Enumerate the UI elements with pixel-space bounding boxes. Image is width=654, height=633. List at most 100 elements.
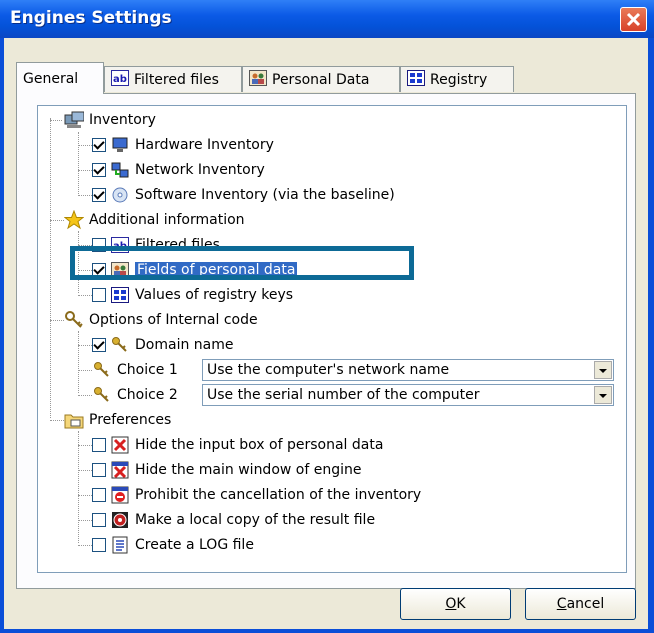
inventory-label: Inventory <box>89 112 156 128</box>
chevron-down-icon[interactable] <box>594 361 612 379</box>
close-button[interactable] <box>620 7 647 32</box>
tree-node-hide-input-box[interactable]: Hide the input box of personal data <box>78 433 383 457</box>
stop-icon <box>110 485 130 505</box>
tab-filtered-files[interactable]: ab Filtered files <box>104 66 242 92</box>
choice-2-label: Choice 2 <box>117 387 178 403</box>
tab-personal-data[interactable]: Personal Data <box>242 66 400 92</box>
tree-node-prohibit-cancellation[interactable]: Prohibit the cancellation of the invento… <box>78 483 421 507</box>
ok-label-rest: K <box>456 596 466 612</box>
key-icon <box>92 360 112 380</box>
hide-main-window-label: Hide the main window of engine <box>135 462 362 478</box>
cancel-button[interactable]: Cancel <box>525 588 636 620</box>
tab-general-label: General <box>23 70 79 87</box>
tab-general[interactable]: General <box>16 62 104 94</box>
ok-button[interactable]: OK <box>400 588 511 620</box>
close-window-icon <box>110 460 130 480</box>
tree-connector <box>78 370 92 371</box>
tree-connector <box>78 520 92 521</box>
tree-node-hide-main-window[interactable]: Hide the main window of engine <box>78 458 361 482</box>
tree-node-hardware-inventory[interactable]: Hardware Inventory <box>78 133 274 157</box>
hide-input-box-label: Hide the input box of personal data <box>135 437 384 453</box>
tree-node-values-of-registry-keys[interactable]: Values of registry keys <box>78 283 293 307</box>
hardware-inventory-checkbox[interactable] <box>92 138 106 152</box>
tree-connector <box>78 395 92 396</box>
svg-text:ab: ab <box>113 74 127 85</box>
hide-input-box-checkbox[interactable] <box>92 438 106 452</box>
values-of-registry-keys-checkbox[interactable] <box>92 288 106 302</box>
tree-connector <box>50 118 51 418</box>
tree-connector <box>78 170 92 171</box>
close-icon <box>626 12 641 27</box>
tree-node-create-log[interactable]: Create a LOG file <box>78 533 254 557</box>
network-inventory-checkbox[interactable] <box>92 163 106 177</box>
tree-node-choice-1: Choice 1 <box>78 358 178 382</box>
tree-connector <box>50 420 64 421</box>
tree-node-inventory[interactable]: Inventory <box>46 108 156 132</box>
general-tab-panel: Inventory Hardware Inventory Network Inv… <box>16 93 636 589</box>
settings-tree[interactable]: Inventory Hardware Inventory Network Inv… <box>37 105 627 573</box>
tree-connector <box>50 220 64 221</box>
network-inventory-label: Network Inventory <box>135 162 265 178</box>
tree-connector <box>78 345 92 346</box>
tree-node-choice-2: Choice 2 <box>78 383 178 407</box>
tab-personal-data-label: Personal Data <box>272 71 370 88</box>
people-icon <box>249 69 267 90</box>
tab-registry-label: Registry <box>430 71 488 88</box>
tree-node-additional-information[interactable]: Additional information <box>46 208 245 232</box>
tree-node-preferences[interactable]: Preferences <box>46 408 171 432</box>
cancel-mnemonic: C <box>556 596 567 612</box>
tree-node-software-inventory[interactable]: Software Inventory (via the baseline) <box>78 183 395 207</box>
no-input-icon <box>110 435 130 455</box>
record-icon <box>110 510 130 530</box>
create-log-checkbox[interactable] <box>92 538 106 552</box>
computers-icon <box>64 110 84 130</box>
network-icon <box>110 160 130 180</box>
monitor-icon <box>110 135 130 155</box>
tree-node-options-of-internal-code[interactable]: Options of Internal code <box>46 308 258 332</box>
tree-connector <box>50 120 62 121</box>
engines-settings-window: Engines Settings General ab Filtered fil… <box>0 0 654 633</box>
tree-connector <box>78 145 92 146</box>
local-copy-label: Make a local copy of the result file <box>135 512 376 528</box>
selection-highlight-box <box>70 246 414 280</box>
tree-connector <box>78 445 92 446</box>
domain-name-checkbox[interactable] <box>92 338 106 352</box>
choice-1-dropdown[interactable]: Use the computer's network name <box>202 359 614 381</box>
registry-icon <box>110 285 130 305</box>
software-inventory-checkbox[interactable] <box>92 188 106 202</box>
hardware-inventory-label: Hardware Inventory <box>135 137 274 153</box>
dialog-client-area: General ab Filtered files Personal Data … <box>4 38 648 629</box>
hide-main-window-checkbox[interactable] <box>92 463 106 477</box>
title-bar[interactable]: Engines Settings <box>0 0 654 38</box>
tab-registry[interactable]: Registry <box>400 66 514 92</box>
software-inventory-label: Software Inventory (via the baseline) <box>135 187 395 203</box>
additional-information-label: Additional information <box>89 212 245 228</box>
folder-icon <box>64 410 84 430</box>
tree-connector <box>50 320 64 321</box>
disc-icon <box>110 185 130 205</box>
prohibit-cancellation-checkbox[interactable] <box>92 488 106 502</box>
tree-node-local-copy[interactable]: Make a local copy of the result file <box>78 508 375 532</box>
key-icon <box>92 385 112 405</box>
keys-icon <box>64 310 84 330</box>
domain-name-label: Domain name <box>135 337 234 353</box>
preferences-label: Preferences <box>89 412 172 428</box>
choice-2-value: Use the serial number of the computer <box>207 387 480 403</box>
document-icon <box>110 535 130 555</box>
tab-filtered-files-label: Filtered files <box>134 71 219 88</box>
registry-icon <box>407 69 425 90</box>
ab-text-icon: ab <box>111 69 129 90</box>
local-copy-checkbox[interactable] <box>92 513 106 527</box>
tree-node-domain-name[interactable]: Domain name <box>78 333 233 357</box>
ok-mnemonic: O <box>445 596 457 612</box>
choice-2-dropdown[interactable]: Use the serial number of the computer <box>202 384 614 406</box>
tree-connector <box>78 470 92 471</box>
star-icon <box>64 210 84 230</box>
prohibit-cancellation-label: Prohibit the cancellation of the invento… <box>135 487 422 503</box>
key-icon <box>110 335 130 355</box>
tree-connector <box>78 545 92 546</box>
chevron-down-icon[interactable] <box>594 386 612 404</box>
cancel-label-rest: ancel <box>566 596 605 612</box>
tree-connector <box>78 195 92 196</box>
tree-node-network-inventory[interactable]: Network Inventory <box>78 158 265 182</box>
